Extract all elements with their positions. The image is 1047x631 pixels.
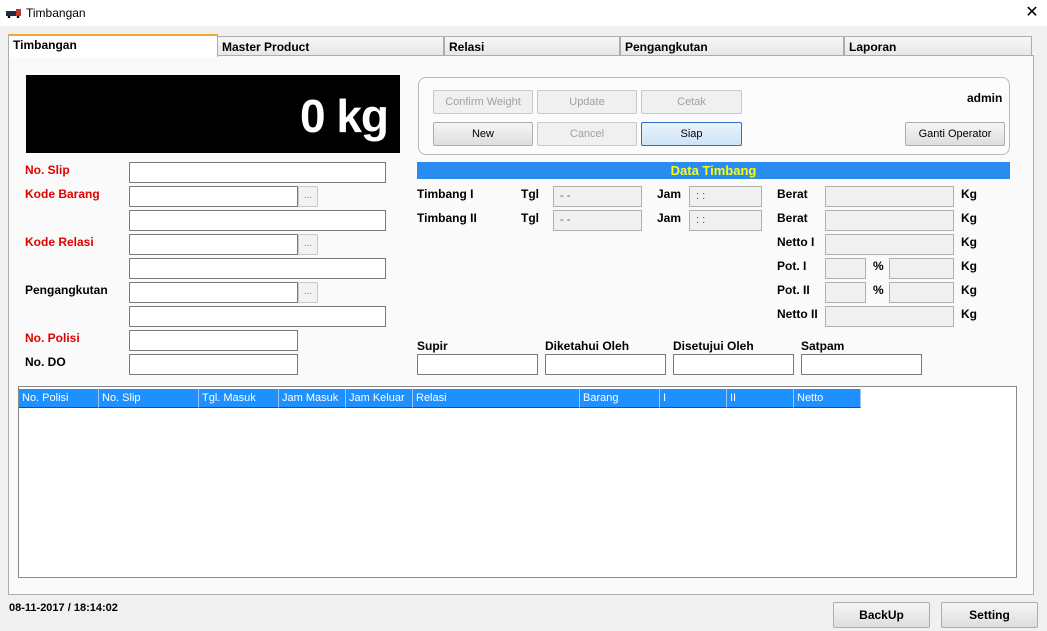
column-jam-masuk[interactable]: Jam Masuk	[279, 389, 346, 408]
kode-barang-input[interactable]	[129, 186, 298, 207]
tab-pengangkutan[interactable]: Pengangkutan	[620, 36, 844, 56]
pot-1-percent-field	[825, 258, 866, 279]
pot-2-label: Pot. II	[777, 283, 810, 297]
berat-2-unit: Kg	[961, 211, 977, 225]
close-button[interactable]: ✕	[1017, 0, 1047, 26]
satpam-input[interactable]	[801, 354, 922, 375]
column-no-slip[interactable]: No. Slip	[99, 389, 199, 408]
new-button[interactable]: New	[433, 122, 533, 146]
netto-1-label: Netto I	[777, 235, 815, 249]
siap-button[interactable]: Siap	[641, 122, 742, 146]
netto-2-unit: Kg	[961, 307, 977, 321]
netto-1-unit: Kg	[961, 235, 977, 249]
column-jam-keluar[interactable]: Jam Keluar	[346, 389, 413, 408]
disetujui-input[interactable]	[673, 354, 794, 375]
netto-1-field	[825, 234, 954, 255]
tab-timbangan[interactable]: Timbangan	[8, 34, 218, 57]
pengangkutan-input[interactable]	[129, 282, 298, 303]
title-bar: Timbangan ✕	[0, 0, 1047, 26]
berat-1-unit: Kg	[961, 187, 977, 201]
column-netto[interactable]: Netto	[794, 389, 861, 408]
no-slip-input[interactable]	[129, 162, 386, 183]
nama-relasi-input[interactable]	[129, 258, 386, 279]
supir-label: Supir	[417, 339, 448, 353]
no-slip-label: No. Slip	[25, 163, 70, 177]
column-i[interactable]: I	[660, 389, 727, 408]
backup-button[interactable]: BackUp	[833, 602, 930, 628]
pot-2-unit: Kg	[961, 283, 977, 297]
timbang-1-label: Timbang I	[417, 187, 474, 201]
jam-1-label: Jam	[657, 187, 682, 201]
timbangan-grid[interactable]: No. Polisi No. Slip Tgl. Masuk Jam Masuk…	[18, 386, 1017, 578]
tab-strip: Timbangan Master Product Relasi Pengangk…	[8, 34, 1034, 57]
tab-relasi[interactable]: Relasi	[444, 36, 620, 56]
no-polisi-label: No. Polisi	[25, 331, 80, 345]
berat-1-label: Berat	[777, 187, 808, 201]
no-do-input[interactable]	[129, 354, 298, 375]
update-button[interactable]: Update	[537, 90, 637, 114]
berat-1-field	[825, 186, 954, 207]
truck-icon	[6, 9, 21, 18]
current-user: admin	[967, 91, 1003, 105]
kode-barang-browse-button[interactable]: ...	[298, 186, 318, 207]
pot-2-kg-field	[889, 282, 954, 303]
nama-pengangkutan-input[interactable]	[129, 306, 386, 327]
satpam-label: Satpam	[801, 339, 845, 353]
nama-barang-input[interactable]	[129, 210, 386, 231]
tgl-1-label: Tgl	[521, 187, 539, 201]
pot-1-label: Pot. I	[777, 259, 807, 273]
weight-display: 0 kg	[26, 75, 400, 153]
kode-barang-label: Kode Barang	[25, 187, 100, 201]
pengangkutan-browse-button[interactable]: ...	[298, 282, 318, 303]
window-title: Timbangan	[26, 6, 86, 20]
tgl-2-label: Tgl	[521, 211, 539, 225]
kode-relasi-browse-button[interactable]: ...	[298, 234, 318, 255]
pot-2-percent-sign: %	[873, 283, 884, 297]
pot-1-kg-field	[889, 258, 954, 279]
jam-1-field: : :	[689, 186, 762, 207]
diketahui-input[interactable]	[545, 354, 666, 375]
column-ii[interactable]: II	[727, 389, 794, 408]
tgl-1-field: - -	[553, 186, 642, 207]
disetujui-label: Disetujui Oleh	[673, 339, 754, 353]
berat-2-label: Berat	[777, 211, 808, 225]
grid-header: No. Polisi No. Slip Tgl. Masuk Jam Masuk…	[19, 389, 861, 408]
tgl-2-field: - -	[553, 210, 642, 231]
cetak-button[interactable]: Cetak	[641, 90, 742, 114]
ganti-operator-button[interactable]: Ganti Operator	[905, 122, 1005, 146]
pot-1-unit: Kg	[961, 259, 977, 273]
netto-2-label: Netto II	[777, 307, 818, 321]
confirm-weight-button[interactable]: Confirm Weight	[433, 90, 533, 114]
column-barang[interactable]: Barang	[580, 389, 660, 408]
setting-button[interactable]: Setting	[941, 602, 1038, 628]
berat-2-field	[825, 210, 954, 231]
jam-2-field: : :	[689, 210, 762, 231]
kode-relasi-input[interactable]	[129, 234, 298, 255]
tab-master-product[interactable]: Master Product	[217, 36, 444, 56]
jam-2-label: Jam	[657, 211, 682, 225]
supir-input[interactable]	[417, 354, 538, 375]
no-polisi-input[interactable]	[129, 330, 298, 351]
tab-laporan[interactable]: Laporan	[844, 36, 1032, 56]
timbang-2-label: Timbang II	[417, 211, 477, 225]
diketahui-label: Diketahui Oleh	[545, 339, 630, 353]
netto-2-field	[825, 306, 954, 327]
column-tgl-masuk[interactable]: Tgl. Masuk	[199, 389, 279, 408]
cancel-button[interactable]: Cancel	[537, 122, 637, 146]
pengangkutan-label: Pengangkutan	[25, 283, 108, 297]
kode-relasi-label: Kode Relasi	[25, 235, 94, 249]
status-datetime: 08-11-2017 / 18:14:02	[9, 602, 118, 614]
column-no-polisi[interactable]: No. Polisi	[19, 389, 99, 408]
no-do-label: No. DO	[25, 355, 66, 369]
pot-1-percent-sign: %	[873, 259, 884, 273]
data-timbang-header: Data Timbang	[417, 162, 1010, 179]
pot-2-percent-field	[825, 282, 866, 303]
column-relasi[interactable]: Relasi	[413, 389, 580, 408]
